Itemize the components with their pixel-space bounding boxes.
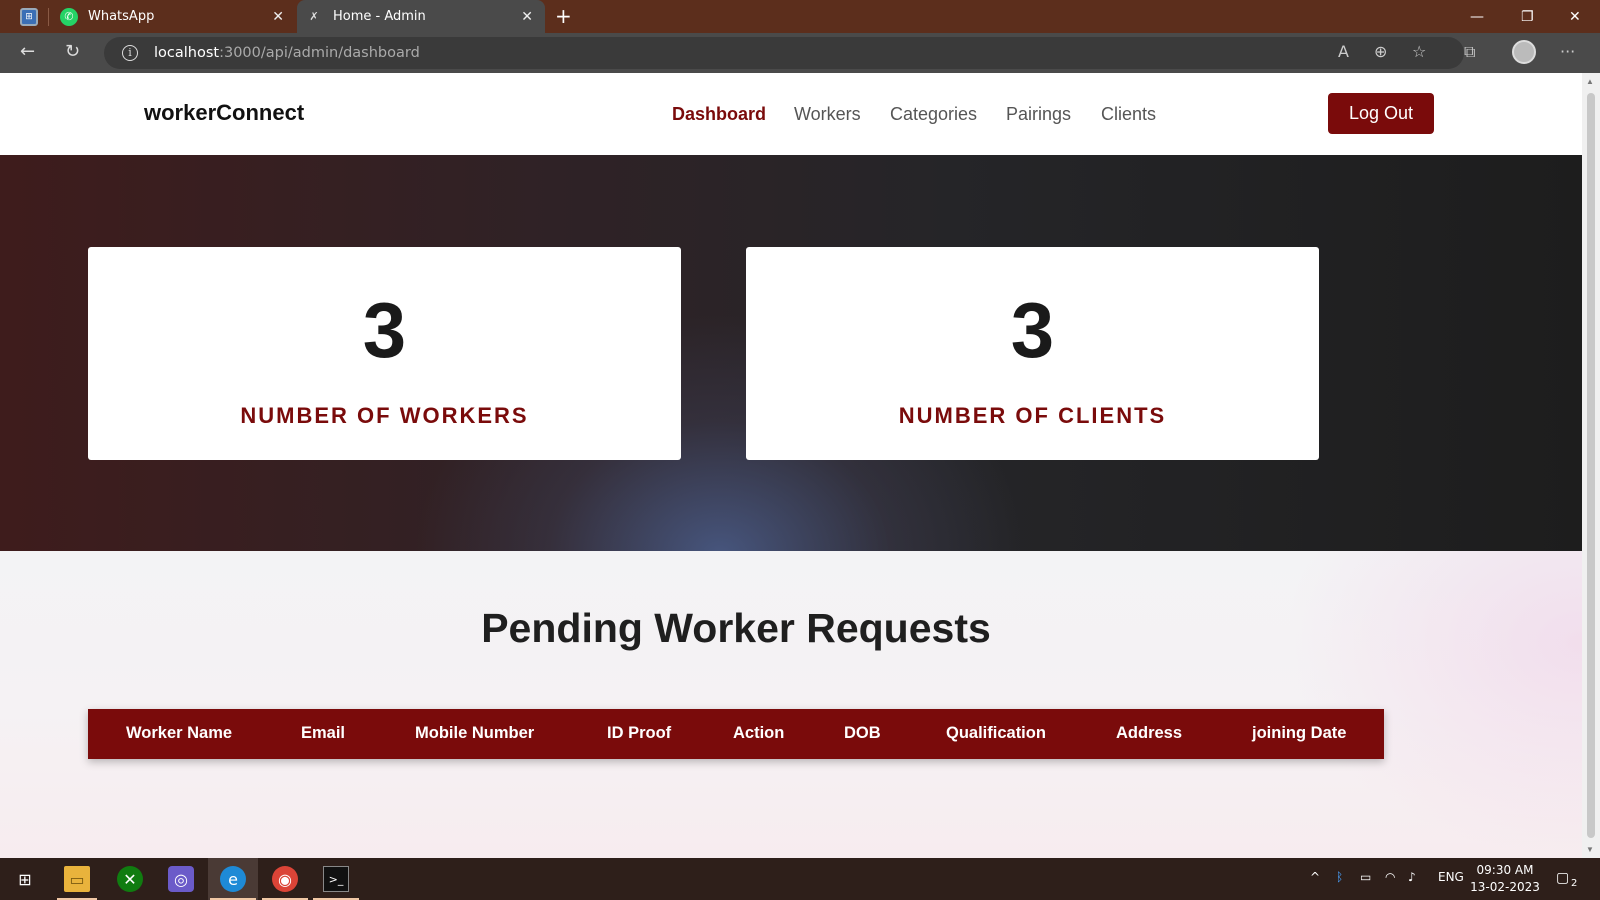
scroll-up-icon[interactable]: ▲ <box>1586 77 1594 86</box>
show-hidden-icons-icon[interactable]: ^ <box>1310 870 1320 884</box>
scroll-thumb[interactable] <box>1587 93 1595 838</box>
clients-count-label: NUMBER OF CLIENTS <box>898 403 1167 428</box>
column-header: DOB <box>844 724 881 742</box>
column-header: Action <box>733 724 785 742</box>
workers-stat-card: 3 NUMBER OF WORKERS <box>88 247 681 460</box>
back-icon[interactable]: ← <box>20 41 35 62</box>
minimize-icon[interactable]: — <box>1470 0 1484 33</box>
language-indicator[interactable]: ENG <box>1438 870 1464 884</box>
close-tab-icon[interactable]: ✕ <box>272 9 284 25</box>
page-viewport: workerConnect Dashboard Workers Categori… <box>0 73 1582 858</box>
nav-categories[interactable]: Categories <box>890 104 977 125</box>
scroll-down-icon[interactable]: ▼ <box>1586 845 1594 854</box>
column-header: joining Date <box>1252 724 1347 742</box>
tab-separator <box>48 7 49 26</box>
notification-count: 2 <box>1571 878 1578 889</box>
restore-icon[interactable]: ❐ <box>1521 0 1534 33</box>
notifications-icon[interactable]: ▢ <box>1556 870 1569 886</box>
terminal-icon[interactable]: >_ <box>323 866 349 892</box>
bluetooth-icon[interactable]: ᛒ <box>1336 870 1343 884</box>
page-scrollbar[interactable]: ▲ ▼ <box>1582 73 1600 858</box>
start-icon[interactable]: ⊞ <box>12 866 38 892</box>
clock-time: 09:30 AM <box>1476 863 1534 877</box>
file-explorer-icon[interactable]: ▭ <box>64 866 90 892</box>
column-header: Address <box>1116 724 1183 742</box>
more-options-icon[interactable]: ··· <box>1560 42 1575 61</box>
read-aloud-icon[interactable]: A <box>1338 42 1349 61</box>
url-host: localhost <box>154 45 220 61</box>
xbox-icon[interactable]: ✕ <box>117 866 143 892</box>
url-text: localhost:3000/api/admin/dashboard <box>154 45 420 61</box>
chrome-icon[interactable]: ◉ <box>272 866 298 892</box>
url-path: :3000/api/admin/dashboard <box>219 45 420 61</box>
clients-count: 3 <box>1010 286 1055 374</box>
edge-icon[interactable]: e <box>220 866 246 892</box>
os-taskbar: ⊞ ▭ ✕ ◎ e ◉ >_ ^ ᛒ ▭ ◠ ♪ ENG 09:30 AM 13… <box>0 858 1600 900</box>
column-header: Qualification <box>946 724 1046 742</box>
wifi-icon[interactable]: ◠ <box>1385 870 1395 884</box>
brand-logo[interactable]: workerConnect <box>144 100 304 126</box>
new-tab-icon[interactable]: + <box>555 4 572 28</box>
workers-count: 3 <box>362 286 407 374</box>
site-info-icon[interactable]: i <box>122 45 138 61</box>
app-icon[interactable]: ◎ <box>168 866 194 892</box>
logout-button[interactable]: Log Out <box>1328 93 1434 134</box>
stats-banner: 3 NUMBER OF WORKERS 3 NUMBER OF CLIENTS <box>0 155 1582 551</box>
tab-title: Home - Admin <box>333 9 426 24</box>
close-window-icon[interactable]: ✕ <box>1569 0 1581 33</box>
nav-dashboard[interactable]: Dashboard <box>672 104 766 125</box>
pending-requests-section: Pending Worker Requests Worker Name Emai… <box>0 551 1582 858</box>
tab-home-admin[interactable]: ✗ Home - Admin ✕ <box>297 0 545 33</box>
nav-pairings[interactable]: Pairings <box>1006 104 1071 125</box>
column-header: Worker Name <box>126 724 233 742</box>
url-field[interactable]: i localhost:3000/api/admin/dashboard <box>104 37 1464 69</box>
favorites-icon[interactable]: ☆ <box>1412 42 1426 61</box>
pending-requests-title: Pending Worker Requests <box>481 605 991 651</box>
nav-clients[interactable]: Clients <box>1101 104 1156 125</box>
collections-icon[interactable]: ⧉ <box>1464 42 1475 62</box>
tab-title: WhatsApp <box>88 9 155 24</box>
address-bar-row: ← ↻ i localhost:3000/api/admin/dashboard… <box>0 33 1600 73</box>
clock-date: 13-02-2023 <box>1470 880 1540 894</box>
volume-icon[interactable]: ♪ <box>1408 870 1416 884</box>
column-header: ID Proof <box>607 724 672 742</box>
battery-icon[interactable]: ▭ <box>1360 870 1371 884</box>
close-tab-icon[interactable]: ✕ <box>521 9 533 25</box>
site-header: workerConnect Dashboard Workers Categori… <box>0 73 1582 155</box>
pending-requests-table-header: Worker Name Email Mobile Number ID Proof… <box>88 709 1384 759</box>
zoom-icon[interactable]: ⊕ <box>1374 42 1387 61</box>
column-header: Email <box>301 724 346 742</box>
tab-whatsapp[interactable]: ✆ WhatsApp ✕ <box>52 0 296 33</box>
clients-stat-card: 3 NUMBER OF CLIENTS <box>746 247 1319 460</box>
nav-workers[interactable]: Workers <box>794 104 861 125</box>
system-clock[interactable]: 09:30 AM 13-02-2023 <box>1470 862 1540 896</box>
site-icon: ✗ <box>309 10 319 23</box>
workspaces-icon[interactable]: ⊞ <box>20 7 38 26</box>
refresh-icon[interactable]: ↻ <box>65 41 80 62</box>
column-header: Mobile Number <box>415 724 535 742</box>
profile-avatar[interactable] <box>1512 40 1536 64</box>
workers-count-label: NUMBER OF WORKERS <box>240 403 529 428</box>
whatsapp-icon: ✆ <box>60 7 78 26</box>
